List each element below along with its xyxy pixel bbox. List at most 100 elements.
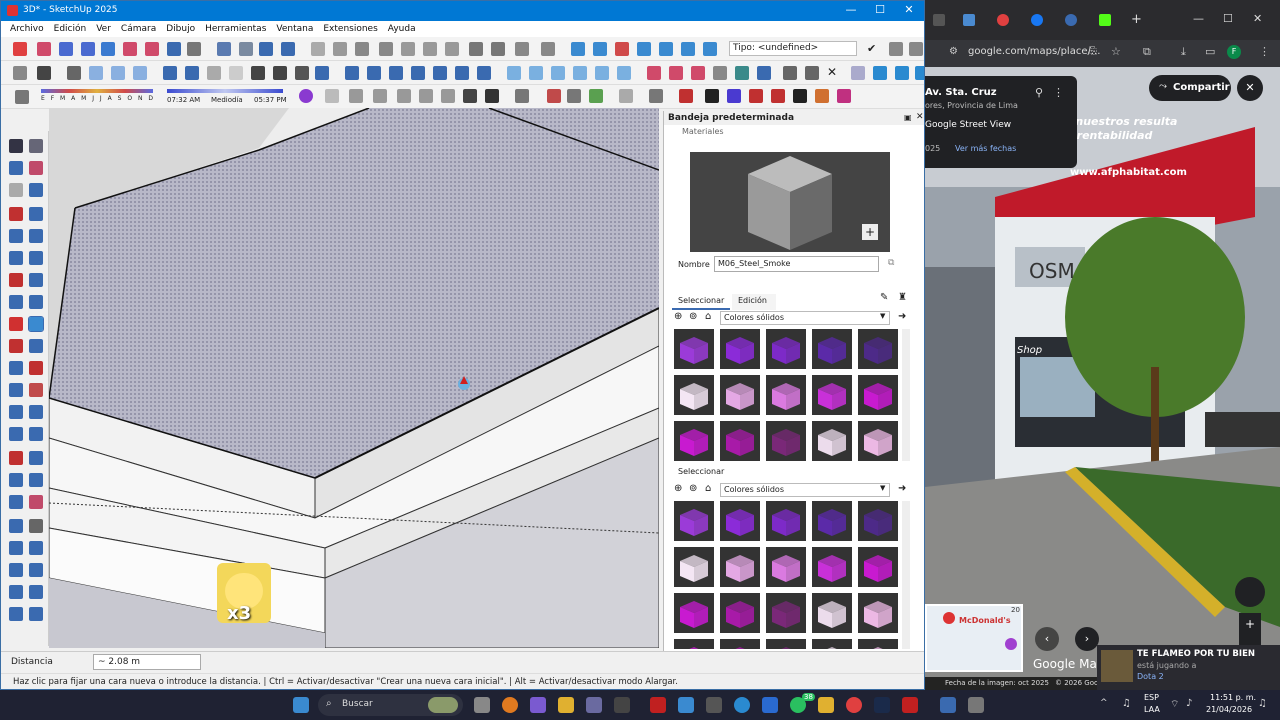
material-swatch[interactable]	[858, 329, 898, 369]
zoom-tool-icon[interactable]	[9, 473, 23, 487]
display-section-icon[interactable]	[281, 42, 295, 56]
group-4-icon[interactable]	[573, 66, 587, 80]
ext-7-icon[interactable]	[815, 89, 829, 103]
ext-4-icon[interactable]	[749, 89, 763, 103]
store-icon[interactable]	[762, 697, 778, 713]
move-icon[interactable]	[9, 317, 23, 331]
share-model-icon[interactable]	[615, 42, 629, 56]
search-box[interactable]: ⌕ Buscar	[318, 694, 463, 716]
select-square-icon[interactable]	[13, 66, 27, 80]
teams-icon[interactable]	[530, 697, 546, 713]
app-icon[interactable]	[614, 697, 630, 713]
top-view-icon[interactable]	[111, 66, 125, 80]
material-swatch[interactable]	[766, 501, 806, 541]
sandbox-tool-5-icon[interactable]	[9, 607, 23, 621]
bookmark-star-icon[interactable]: ☆	[1111, 45, 1121, 58]
tab-kick-icon[interactable]	[1099, 14, 1111, 26]
material-swatch[interactable]	[812, 547, 852, 587]
xray-icon[interactable]	[163, 66, 177, 80]
section-fill-icon[interactable]	[239, 42, 253, 56]
erase-icon[interactable]	[445, 42, 459, 56]
rotated-rect-icon[interactable]	[29, 229, 43, 243]
site-info-icon[interactable]: ⚙	[949, 46, 958, 57]
tab-1-icon[interactable]	[933, 14, 945, 26]
paint-icon[interactable]	[13, 42, 27, 56]
time-slider[interactable]	[167, 89, 283, 93]
copy-icon[interactable]	[401, 42, 415, 56]
material-swatch[interactable]	[812, 329, 852, 369]
save-icon[interactable]	[355, 42, 369, 56]
notification-bell-icon[interactable]: ♫	[1258, 698, 1267, 709]
chrome-maximize-icon[interactable]: ☐	[1223, 12, 1233, 25]
sketchup-task-icon[interactable]	[940, 697, 956, 713]
material-swatch[interactable]	[766, 639, 806, 649]
menu-dibujo[interactable]: Dibujo	[166, 24, 195, 34]
material-swatch[interactable]	[720, 593, 760, 633]
walk-icon[interactable]	[145, 42, 159, 56]
volume-icon[interactable]: ♪	[1186, 698, 1192, 709]
section-cut-icon[interactable]	[259, 42, 273, 56]
cut-icon[interactable]	[379, 42, 393, 56]
maximize-icon[interactable]: ☐	[865, 3, 895, 16]
tab-globe-icon[interactable]	[1065, 14, 1077, 26]
line-icon[interactable]	[9, 207, 23, 221]
material-swatch[interactable]	[720, 547, 760, 587]
lang-label[interactable]: ESP	[1144, 693, 1159, 702]
get-models-icon[interactable]	[637, 42, 651, 56]
check-icon[interactable]: ✔	[867, 42, 876, 55]
menu-edicion[interactable]: Edición	[54, 24, 87, 34]
styles-icon[interactable]	[315, 66, 329, 80]
orbit-icon[interactable]	[123, 42, 137, 56]
ext-6-icon[interactable]	[793, 89, 807, 103]
location-pin-icon[interactable]: ⚲	[1035, 86, 1043, 99]
pie-icon[interactable]	[29, 295, 43, 309]
extension-warehouse-icon[interactable]	[593, 42, 607, 56]
material-swatch[interactable]	[720, 329, 760, 369]
section-plane-icon[interactable]	[217, 42, 231, 56]
protractor-icon[interactable]	[735, 66, 749, 80]
distance-input[interactable]: ~ 2.08 m	[93, 654, 201, 670]
style-builder-icon[interactable]	[703, 42, 717, 56]
sandbox-2-icon[interactable]	[669, 66, 683, 80]
material-swatch[interactable]	[720, 639, 760, 649]
arc2-icon[interactable]	[29, 273, 43, 287]
tag-icon[interactable]	[29, 183, 43, 197]
more-icon[interactable]: ⋮	[1053, 86, 1064, 99]
back-edges-icon[interactable]	[185, 66, 199, 80]
material-swatch[interactable]	[674, 547, 714, 587]
tab-seleccionar[interactable]: Seleccionar	[672, 294, 730, 310]
car-icon[interactable]	[397, 89, 411, 103]
material-swatch[interactable]	[766, 329, 806, 369]
material-swatch[interactable]	[858, 639, 898, 649]
minimize-icon[interactable]: —	[836, 3, 866, 16]
zoom-icon[interactable]	[59, 42, 73, 56]
look-icon[interactable]	[167, 42, 181, 56]
scale-icon[interactable]	[9, 361, 23, 375]
house-view-5-icon[interactable]	[433, 66, 447, 80]
material-swatch[interactable]	[858, 421, 898, 461]
house-view-4-icon[interactable]	[411, 66, 425, 80]
material-swatch[interactable]	[720, 421, 760, 461]
shaded-icon[interactable]	[251, 66, 265, 80]
eraser-icon[interactable]	[909, 42, 923, 56]
street-view[interactable]: oce nuestros resulta n rentabilidad www.…	[925, 67, 1280, 690]
material-swatch[interactable]	[674, 639, 714, 649]
sandbox-tool-1-icon[interactable]	[9, 563, 23, 577]
mic-icon[interactable]: ♫	[1122, 698, 1131, 709]
tab-2-icon[interactable]	[963, 14, 975, 26]
model-info-icon[interactable]	[541, 42, 555, 56]
download-icon[interactable]: ⤓	[1181, 45, 1186, 59]
share-button[interactable]: ⤳ Compartir	[1149, 75, 1231, 101]
sidebar-icon[interactable]: ▭	[1205, 45, 1215, 58]
group-3-icon[interactable]	[551, 66, 565, 80]
hidden-line-icon[interactable]	[229, 66, 243, 80]
pin-icon[interactable]: ▣	[904, 113, 912, 122]
address-bar[interactable]: google.com/maps/place/...	[968, 46, 1100, 57]
swatch-scrollbar-2[interactable]	[902, 501, 910, 649]
ext-8-icon[interactable]	[837, 89, 851, 103]
material-swatch[interactable]	[812, 593, 852, 633]
undo-icon[interactable]	[469, 42, 483, 56]
zoom-extents-tool-icon[interactable]	[9, 495, 23, 509]
material-swatch[interactable]	[812, 639, 852, 649]
offset-icon[interactable]	[29, 361, 43, 375]
